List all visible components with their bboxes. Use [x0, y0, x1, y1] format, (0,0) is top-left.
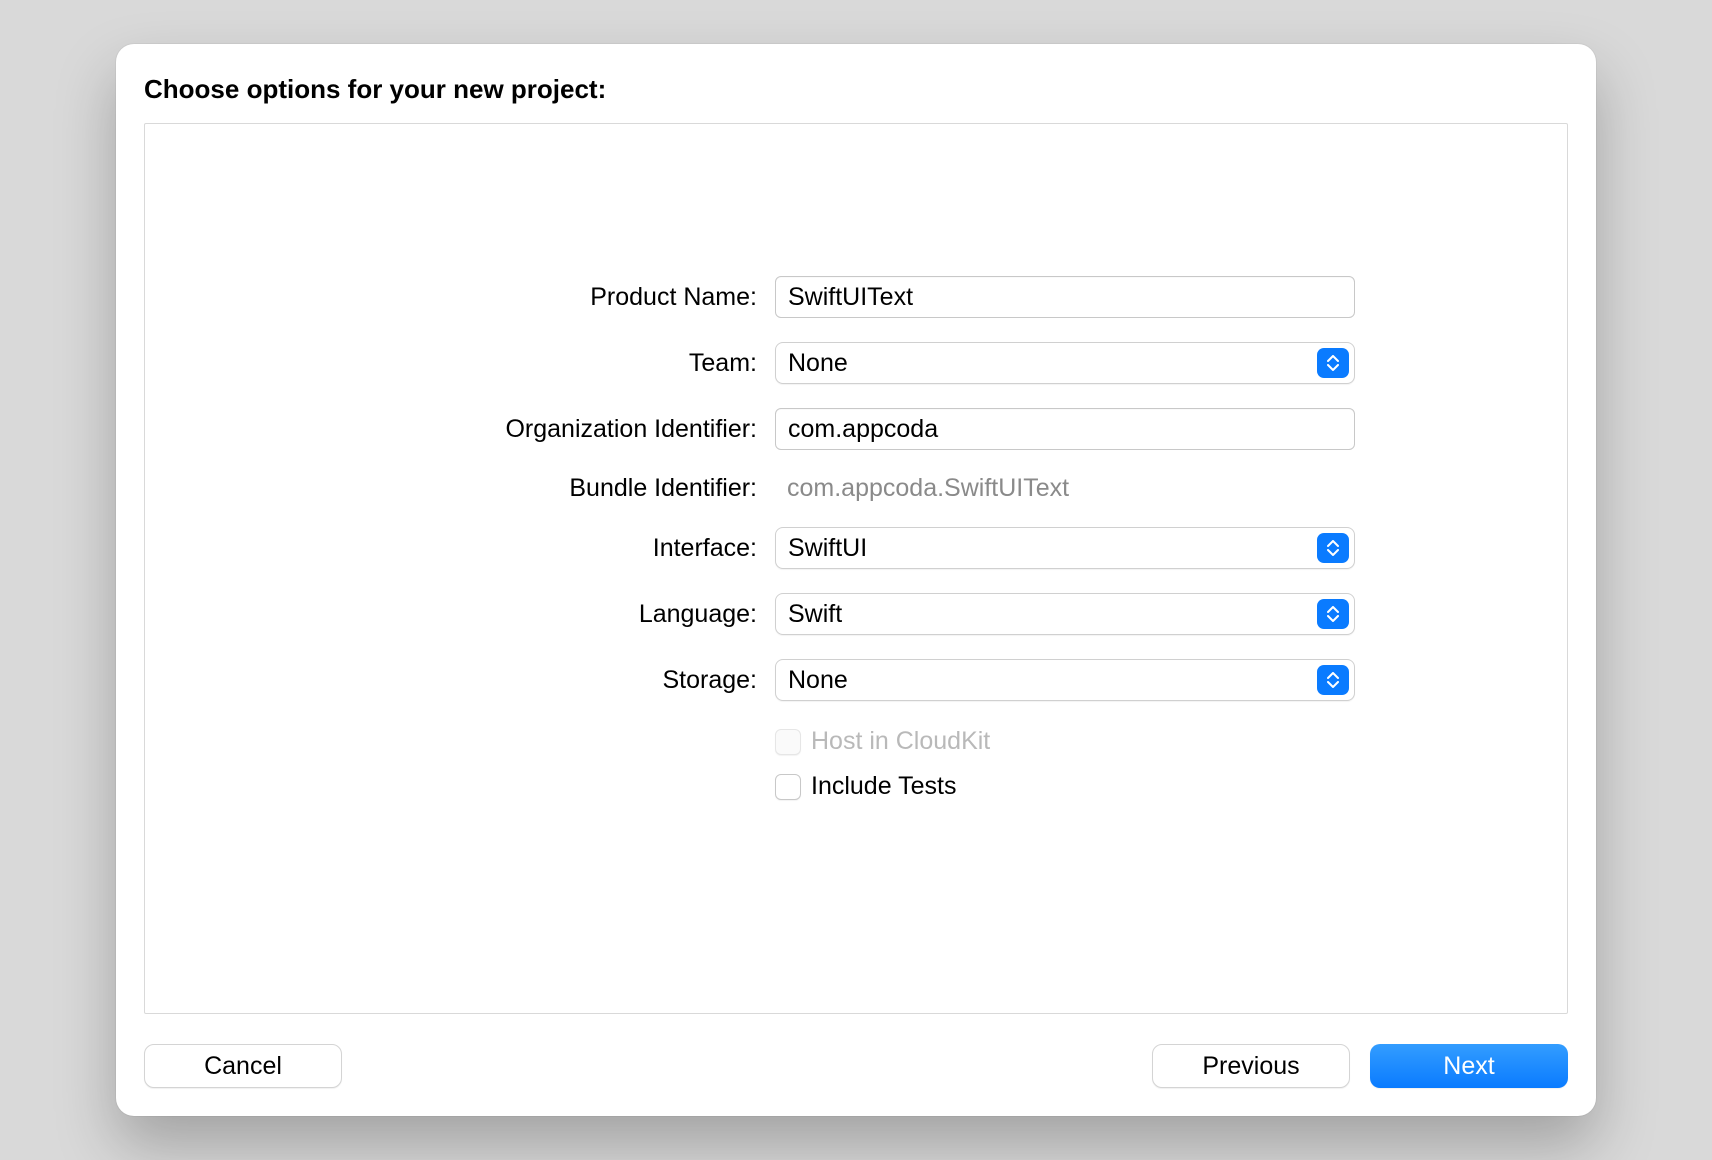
cancel-button[interactable]: Cancel: [144, 1044, 342, 1088]
updown-chevron-icon: [1317, 665, 1349, 695]
host-cloudkit-row: Host in CloudKit: [775, 727, 1355, 756]
bundle-identifier-label: Bundle Identifier:: [357, 474, 757, 503]
interface-popup-value: SwiftUI: [788, 534, 867, 563]
new-project-options-dialog: Choose options for your new project: Pro…: [116, 44, 1596, 1116]
language-label: Language:: [357, 600, 757, 629]
include-tests-label: Include Tests: [811, 772, 956, 801]
next-button[interactable]: Next: [1370, 1044, 1568, 1088]
form-panel: Product Name: Team: None Organization Id…: [144, 123, 1568, 1014]
form-grid: Product Name: Team: None Organization Id…: [357, 276, 1355, 801]
dialog-heading: Choose options for your new project:: [144, 74, 1568, 105]
bundle-identifier-value: com.appcoda.SwiftUIText: [775, 474, 1355, 503]
team-popup[interactable]: None: [775, 342, 1355, 384]
language-popup[interactable]: Swift: [775, 593, 1355, 635]
updown-chevron-icon: [1317, 348, 1349, 378]
storage-popup-value: None: [788, 666, 848, 695]
storage-label: Storage:: [357, 666, 757, 695]
language-popup-value: Swift: [788, 600, 842, 629]
org-identifier-label: Organization Identifier:: [357, 415, 757, 444]
dialog-footer: Cancel Previous Next: [144, 1044, 1568, 1088]
host-cloudkit-label: Host in CloudKit: [811, 727, 990, 756]
interface-popup[interactable]: SwiftUI: [775, 527, 1355, 569]
storage-popup[interactable]: None: [775, 659, 1355, 701]
team-label: Team:: [357, 349, 757, 378]
checkbox-group: Host in CloudKit Include Tests: [775, 725, 1355, 801]
org-identifier-input[interactable]: [775, 408, 1355, 450]
interface-label: Interface:: [357, 534, 757, 563]
updown-chevron-icon: [1317, 599, 1349, 629]
product-name-input[interactable]: [775, 276, 1355, 318]
team-popup-value: None: [788, 349, 848, 378]
include-tests-checkbox[interactable]: [775, 774, 801, 800]
previous-button[interactable]: Previous: [1152, 1044, 1350, 1088]
updown-chevron-icon: [1317, 533, 1349, 563]
include-tests-row: Include Tests: [775, 772, 1355, 801]
product-name-label: Product Name:: [357, 283, 757, 312]
host-cloudkit-checkbox: [775, 729, 801, 755]
